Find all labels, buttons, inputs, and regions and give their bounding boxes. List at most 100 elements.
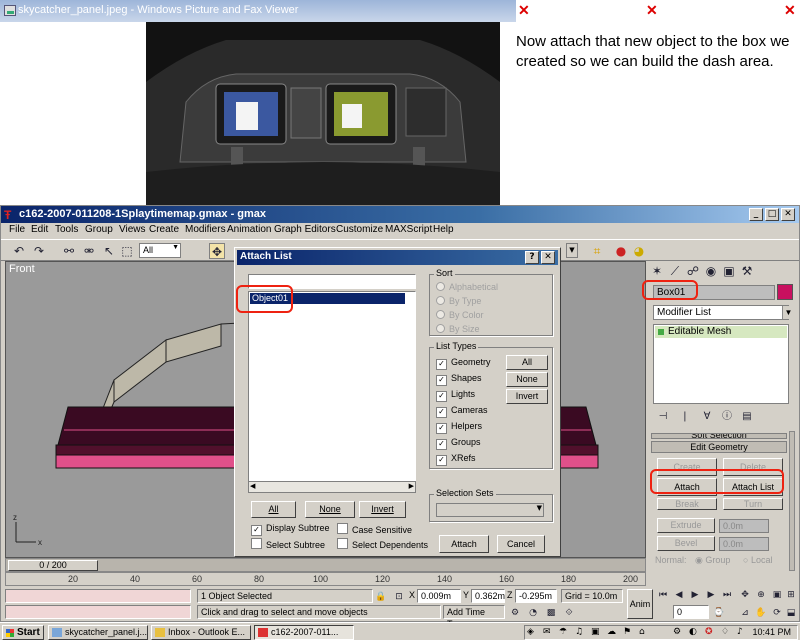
field-of-view-icon[interactable]: ⊿ <box>737 605 753 621</box>
menu-maxscript[interactable]: MAXScript <box>385 224 432 235</box>
track-bar[interactable]: 20 40 60 80 100 120 140 160 180 200 <box>5 572 646 586</box>
select-none-button[interactable]: None <box>305 501 355 518</box>
types-invert-button[interactable]: Invert <box>506 389 548 404</box>
helpers-checkbox[interactable]: Helpers <box>436 421 482 434</box>
gmax-titlebar[interactable]: Ŧ c162-2007-011208-1Splaytimemap.gmax - … <box>1 206 799 223</box>
tray-icon[interactable]: ✉ <box>543 627 551 637</box>
go-to-end-icon[interactable]: ⏭ <box>719 587 735 603</box>
dialog-titlebar[interactable]: Attach List ? ✕ <box>237 250 558 265</box>
create-tab-icon[interactable]: ✶ <box>649 263 665 279</box>
command-panel-scrollbar[interactable] <box>789 431 795 571</box>
tray-icon[interactable]: ✪ <box>705 627 713 637</box>
tray-icon[interactable]: ♢ <box>721 627 729 637</box>
types-all-button[interactable]: All <box>506 355 548 370</box>
select-dependents-checkbox[interactable]: Select Dependents <box>337 538 428 550</box>
lock-icon[interactable]: 🔒 <box>373 589 389 605</box>
types-none-button[interactable]: None <box>506 372 548 387</box>
menu-file[interactable]: File <box>9 224 25 235</box>
menu-help[interactable]: Help <box>433 224 454 235</box>
maxscript-output[interactable] <box>5 605 191 619</box>
percent-snap-icon[interactable]: ▩ <box>543 605 559 621</box>
region-select-icon[interactable]: ⬚ <box>119 243 135 259</box>
bevel-amount-spinner[interactable]: 0.0m <box>719 537 769 551</box>
attach-confirm-button[interactable]: Attach <box>439 535 489 553</box>
scroll-left-icon[interactable]: ◀ <box>250 482 255 490</box>
display-subtree-checkbox[interactable]: Display Subtree <box>251 523 330 536</box>
scroll-right-icon[interactable]: ▶ <box>409 482 414 490</box>
spinner-snap-icon[interactable]: ⟐ <box>561 605 577 621</box>
menu-views[interactable]: Views <box>119 224 146 235</box>
normal-group-radio[interactable]: ◉ Group <box>695 555 730 566</box>
next-frame-icon[interactable]: ▶ <box>703 587 719 603</box>
previous-frame-icon[interactable]: ◀ <box>671 587 687 603</box>
sort-by-size-radio[interactable]: By Size <box>436 324 480 334</box>
tray-icon[interactable]: ⚙ <box>673 627 681 637</box>
turn-button[interactable]: Turn <box>723 498 783 510</box>
shapes-checkbox[interactable]: Shapes <box>436 373 482 386</box>
show-end-result-icon[interactable]: ❘ <box>677 409 693 425</box>
quick-render-icon[interactable]: ◕ <box>631 243 647 259</box>
x-coordinate-field[interactable]: 0.009m <box>417 589 461 603</box>
close-button[interactable]: ✕ <box>781 208 795 221</box>
tray-icon[interactable]: ♫ <box>575 627 583 637</box>
task-outlook[interactable]: Inbox - Outlook E... <box>151 625 251 640</box>
time-slider-thumb[interactable]: 0 / 200 <box>8 560 98 571</box>
absolute-mode-icon[interactable]: ⊡ <box>391 589 407 605</box>
unlink-icon[interactable]: ⚮ <box>81 243 97 259</box>
pin-stack-icon[interactable]: ⊣ <box>655 409 671 425</box>
zoom-extents-all-icon[interactable]: ⊞ <box>783 587 799 603</box>
select-invert-button[interactable]: Invert <box>359 501 406 518</box>
extrude-button[interactable]: Extrude <box>657 518 715 533</box>
menu-graph-editors[interactable]: Graph Editors <box>274 224 336 235</box>
menu-edit[interactable]: Edit <box>31 224 48 235</box>
help-button[interactable]: ? <box>525 251 539 264</box>
anim-button[interactable]: Anim <box>627 589 653 619</box>
sort-by-type-radio[interactable]: By Type <box>436 296 481 306</box>
sort-alphabetical-radio[interactable]: Alphabetical <box>436 282 498 292</box>
add-time-tag-button[interactable]: Add Time Tag <box>443 605 505 629</box>
volume-icon[interactable]: ♪ <box>737 627 743 637</box>
picture-viewer-titlebar[interactable]: skycatcher_panel.jpeg - Windows Picture … <box>0 0 516 22</box>
chevron-down-icon[interactable]: ▼ <box>566 243 578 258</box>
select-all-button[interactable]: All <box>251 501 296 518</box>
motion-tab-icon[interactable]: ◉ <box>703 263 719 279</box>
menu-group[interactable]: Group <box>85 224 113 235</box>
menu-animation[interactable]: Animation <box>227 224 271 235</box>
display-tab-icon[interactable]: ▣ <box>721 263 737 279</box>
cancel-button[interactable]: Cancel <box>497 535 545 553</box>
y-coordinate-field[interactable]: 0.362m <box>471 589 505 603</box>
snap-icon[interactable]: ⚙ <box>507 605 523 621</box>
tray-icon[interactable]: ◐ <box>689 627 697 637</box>
soft-selection-rollout[interactable]: Soft Selection <box>651 433 787 439</box>
mirror-icon[interactable]: ⌗ <box>589 243 605 259</box>
normal-local-radio[interactable]: ○ Local <box>743 555 772 565</box>
angle-snap-icon[interactable]: ◔ <box>525 605 541 621</box>
maxscript-listener[interactable] <box>5 589 191 603</box>
undo-icon[interactable]: ↶ <box>11 243 27 259</box>
go-to-start-icon[interactable]: ⏮ <box>655 587 671 603</box>
lights-checkbox[interactable]: Lights <box>436 389 475 402</box>
menu-customize[interactable]: Customize <box>336 224 383 235</box>
object-list[interactable]: Object01 <box>248 291 416 491</box>
xrefs-checkbox[interactable]: XRefs <box>436 453 476 466</box>
groups-checkbox[interactable]: Groups <box>436 437 481 450</box>
task-picture-viewer[interactable]: skycatcher_panel.j... <box>48 625 148 640</box>
sort-by-color-radio[interactable]: By Color <box>436 310 484 320</box>
tray-icon[interactable]: ☁ <box>607 627 616 637</box>
select-arrow-icon[interactable]: ↖ <box>101 243 117 259</box>
edit-geometry-rollout[interactable]: Edit Geometry <box>651 441 787 453</box>
menu-modifiers[interactable]: Modifiers <box>185 224 226 235</box>
tray-icon[interactable]: ☂ <box>559 627 567 637</box>
bevel-button[interactable]: Bevel <box>657 536 715 551</box>
tray-icon[interactable]: ◈ <box>527 627 534 637</box>
time-slider[interactable]: 0 / 200 <box>5 558 646 572</box>
zoom-all-icon[interactable]: ⊕ <box>753 587 769 603</box>
tray-icon[interactable]: ⚑ <box>623 627 631 637</box>
pan-icon[interactable]: ✋ <box>753 605 769 621</box>
menu-tools[interactable]: Tools <box>55 224 78 235</box>
utilities-tab-icon[interactable]: ⚒ <box>739 263 755 279</box>
tray-icon[interactable]: ⌂ <box>639 627 645 637</box>
select-subtree-checkbox[interactable]: Select Subtree <box>251 538 325 550</box>
modifier-list-dropdown[interactable]: Modifier List ▼ <box>653 305 794 320</box>
task-gmax[interactable]: c162-2007-011... <box>254 625 354 640</box>
